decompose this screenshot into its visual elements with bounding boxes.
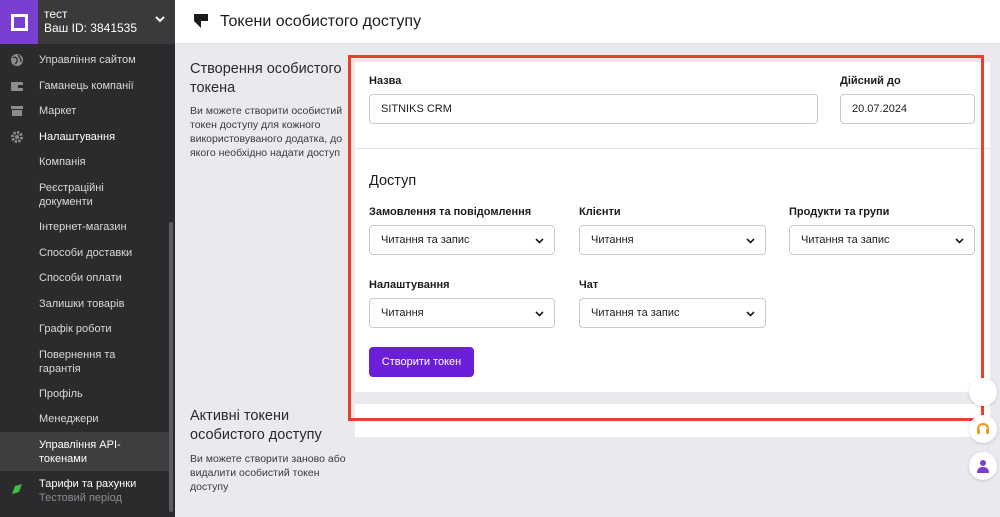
create-token-button[interactable]: Створити токен	[369, 347, 474, 377]
sidebar: тест Ваш ID: 3841535 Управління сайтом Г…	[0, 0, 175, 517]
sidebar-item-label: Повернення та гарантія	[39, 348, 115, 376]
chevron-down-icon	[535, 238, 544, 244]
chat-label: Чат	[579, 279, 599, 291]
select-value: Читання та запис	[801, 234, 890, 246]
sidebar-item-label: Графік роботи	[39, 323, 112, 335]
clients-select[interactable]: Читання	[579, 225, 766, 255]
sidebar-item-label: Профіль	[39, 388, 83, 400]
select-value: Читання та запис	[381, 234, 470, 246]
label-line: Повернення та	[39, 349, 116, 361]
divider	[355, 148, 990, 149]
settings-label: Налаштування	[369, 279, 450, 291]
create-section-title: Створення особистого токена	[190, 61, 342, 96]
account-name: тест	[44, 7, 68, 21]
orders-select[interactable]: Читання та запис	[369, 225, 555, 255]
active-section-title: Активні токени особистого доступу	[190, 408, 322, 443]
active-section-description: Ви можете створити заново або видалити о…	[190, 453, 346, 493]
account-info: тест Ваш ID: 3841535	[44, 7, 137, 35]
sidebar-item-label: Маркет	[39, 105, 77, 117]
label-line: Тарифи та рахунки	[39, 478, 137, 490]
floating-button[interactable]	[969, 378, 997, 406]
sidebar-subitem-returns[interactable]: Повернення та гарантія	[0, 348, 169, 378]
active-tokens-card	[355, 404, 990, 437]
sidebar-item-label: Способи оплати	[39, 272, 122, 284]
chevron-down-icon	[535, 311, 544, 317]
account-id: Ваш ID: 3841535	[44, 21, 138, 35]
label-line: токенами	[39, 453, 87, 465]
tariff-status: Тестовий період	[39, 492, 122, 504]
orders-label: Замовлення та повідомлення	[369, 206, 532, 218]
name-label: Назва	[369, 75, 402, 87]
page-title: Токени особистого доступу	[220, 13, 422, 30]
chevron-down-icon	[955, 238, 964, 244]
valid-until-input[interactable]	[840, 94, 975, 124]
sidebar-item-tariffs[interactable]: Тарифи та рахунки Тестовий період	[0, 477, 169, 507]
settings-select[interactable]: Читання	[369, 298, 555, 328]
sidebar-item-label: Інтернет-магазин	[39, 221, 127, 233]
label-line: Управління API-	[39, 439, 121, 451]
sidebar-subitem-api-tokens[interactable]: Управління API-токенами	[0, 432, 169, 471]
name-input[interactable]	[369, 94, 818, 124]
logo	[0, 0, 38, 44]
sidebar-item-settings[interactable]: Налаштування	[0, 130, 169, 146]
sidebar-item-label: Способи доставки	[39, 247, 133, 259]
sidebar-item-label: Управління API-токенами	[39, 438, 121, 466]
label-line: Реєстраційні	[39, 182, 104, 194]
sidebar-item-label: Тарифи та рахунки Тестовий період	[39, 477, 136, 505]
headset-icon	[977, 422, 989, 434]
create-section-description: Ви можете створити особистий токен досту…	[190, 105, 343, 159]
sidebar-scrollbar[interactable]	[169, 222, 173, 512]
support-button[interactable]	[969, 415, 997, 443]
sidebar-item-label: Компанія	[39, 156, 86, 168]
products-select[interactable]: Читання та запис	[789, 225, 975, 255]
clients-label: Клієнти	[579, 206, 621, 218]
select-value: Читання	[591, 234, 634, 246]
sidebar-item-site[interactable]: Управління сайтом	[0, 53, 169, 69]
sidebar-item-wallet[interactable]: Гаманець компанії	[0, 79, 169, 95]
select-value: Читання	[381, 307, 424, 319]
gear-icon	[11, 131, 23, 143]
sidebar-item-label: Налаштування	[39, 131, 116, 143]
sidebar-item-label: Менеджери	[39, 413, 99, 425]
sidebar-item-label: Залишки товарів	[39, 298, 125, 310]
store-icon	[11, 106, 23, 116]
chat-select[interactable]: Читання та запис	[579, 298, 766, 328]
products-label: Продукти та групи	[789, 206, 890, 218]
select-value: Читання та запис	[591, 307, 680, 319]
sidebar-subitem-registration-docs[interactable]: Реєстраційні документи	[0, 181, 169, 211]
chevron-down-icon	[155, 16, 165, 23]
label-line: документи	[39, 196, 93, 208]
label-line: гарантія	[39, 363, 81, 375]
valid-until-label: Дійсний до	[840, 75, 901, 87]
sidebar-item-label: Гаманець компанії	[39, 80, 134, 92]
wallet-icon	[11, 82, 23, 91]
header: Токени особистого доступу	[175, 0, 1000, 44]
sidebar-item-market[interactable]: Маркет	[0, 104, 169, 120]
leaf-icon	[12, 484, 22, 494]
globe-icon	[11, 54, 23, 66]
sidebar-item-label: Реєстраційні документи	[39, 181, 104, 209]
user-icon	[977, 460, 989, 473]
token-icon	[194, 14, 208, 28]
chevron-down-icon	[746, 311, 755, 317]
access-title: Доступ	[369, 173, 417, 189]
chevron-down-icon	[746, 238, 755, 244]
account-switcher[interactable]: тест Ваш ID: 3841535	[0, 0, 175, 44]
user-chat-button[interactable]	[969, 452, 997, 480]
sidebar-item-label: Управління сайтом	[39, 54, 136, 66]
create-token-card: Назва Дійсний до Доступ Замовлення та по…	[355, 62, 990, 392]
